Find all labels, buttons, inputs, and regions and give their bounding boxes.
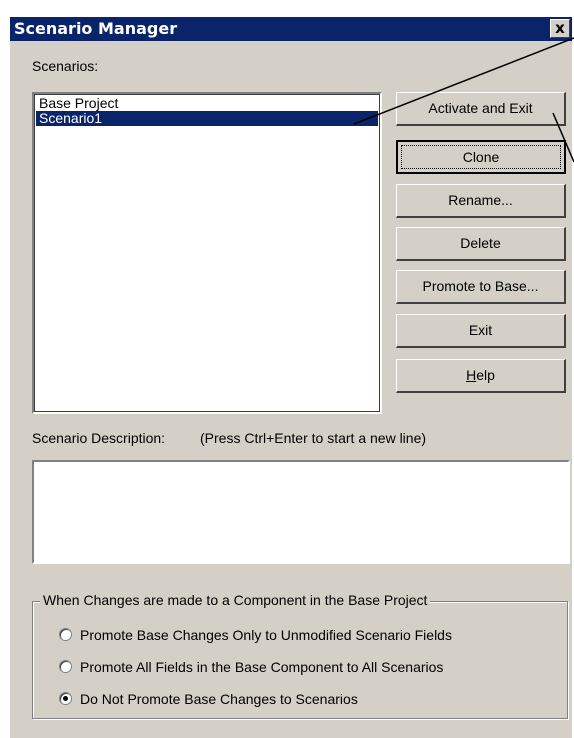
close-button[interactable]: x bbox=[550, 19, 570, 38]
help-label-rest: elp bbox=[476, 367, 495, 383]
radio-label: Promote Base Changes Only to Unmodified … bbox=[80, 627, 452, 643]
delete-label: Delete bbox=[460, 235, 501, 251]
rename-button[interactable]: Rename... bbox=[396, 184, 566, 218]
rename-label: Rename... bbox=[448, 192, 513, 208]
scenario-description-hint: (Press Ctrl+Enter to start a new line) bbox=[200, 430, 427, 446]
activate-and-exit-button[interactable]: Activate and Exit bbox=[396, 92, 566, 126]
close-icon: x bbox=[555, 19, 565, 37]
title-bar: Scenario Manager x bbox=[10, 17, 572, 41]
scenario-manager-dialog: Scenario Manager x Scenarios: Base Proje… bbox=[10, 17, 572, 738]
window-title: Scenario Manager bbox=[14, 19, 178, 38]
exit-label: Exit bbox=[468, 322, 493, 338]
radio-label: Do Not Promote Base Changes to Scenarios bbox=[80, 691, 358, 707]
radio-button[interactable] bbox=[59, 628, 72, 641]
radio-button[interactable] bbox=[59, 660, 72, 673]
clone-label: Clone bbox=[462, 149, 500, 165]
radio-button-selected[interactable] bbox=[59, 692, 72, 705]
promote-to-base-button[interactable]: Promote to Base... bbox=[396, 270, 566, 304]
help-mnemonic: H bbox=[466, 367, 477, 383]
exit-button[interactable]: Exit bbox=[396, 314, 566, 348]
scenario-description-input[interactable] bbox=[32, 460, 570, 564]
help-button[interactable]: Help bbox=[396, 359, 566, 393]
list-item-scenario1[interactable]: Scenario1 bbox=[36, 111, 378, 126]
scenarios-label: Scenarios: bbox=[32, 58, 99, 74]
scenarios-listbox[interactable]: Base Project Scenario1 bbox=[32, 92, 382, 414]
delete-button[interactable]: Delete bbox=[396, 227, 566, 261]
help-label: Help bbox=[466, 367, 495, 383]
list-item-base-project[interactable]: Base Project bbox=[36, 96, 378, 111]
radio-dot-icon bbox=[63, 696, 68, 701]
activate-and-exit-label: Activate and Exit bbox=[428, 100, 533, 116]
clone-button[interactable]: Clone bbox=[396, 140, 566, 174]
promote-to-base-label: Promote to Base... bbox=[422, 278, 539, 294]
promote-options-legend: When Changes are made to a Component in … bbox=[40, 592, 431, 609]
radio-label: Promote All Fields in the Base Component… bbox=[80, 659, 444, 675]
scenario-description-label: Scenario Description: bbox=[32, 430, 166, 446]
